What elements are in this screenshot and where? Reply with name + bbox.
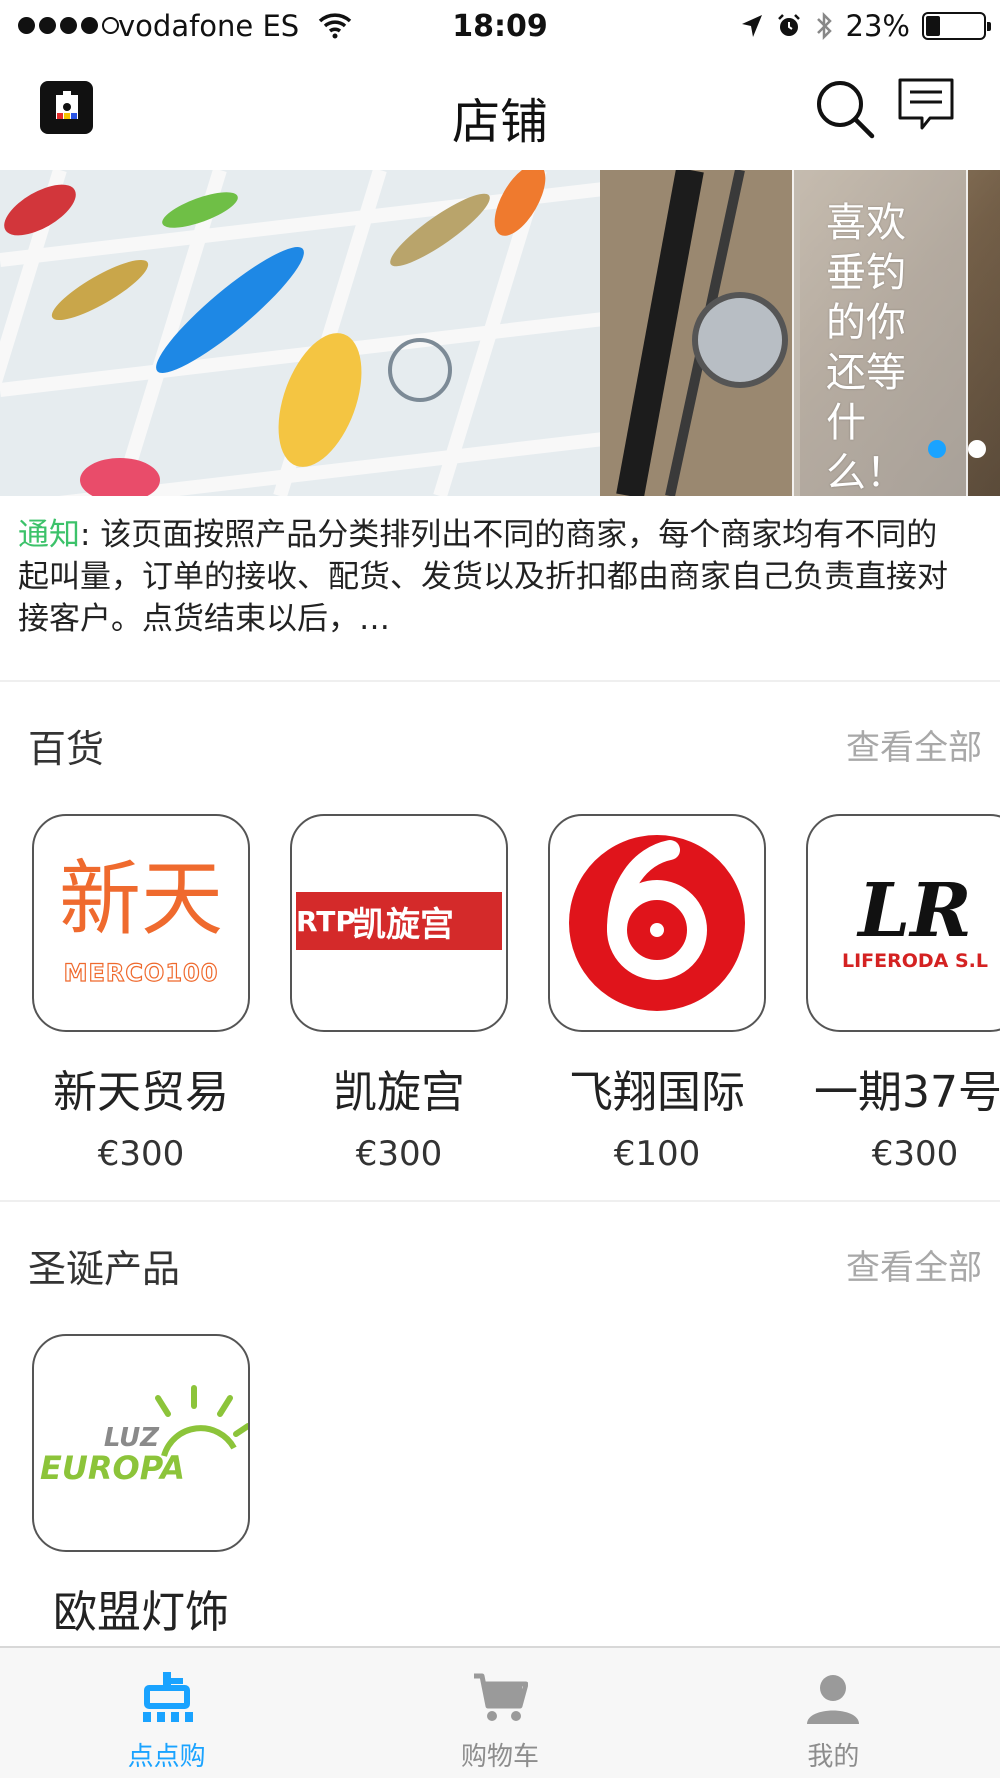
banner-dot-2[interactable] [968, 440, 986, 458]
battery-icon [922, 12, 991, 40]
tab-label: 点点购 [127, 1742, 206, 1772]
view-all-department-store[interactable]: 查看全部 [846, 720, 982, 769]
battery-percent: 23% [845, 9, 910, 43]
tab-dian-dian-gou[interactable]: 点点购 [0, 1648, 333, 1778]
section-title-christmas-products: 圣诞产品 [28, 1247, 181, 1291]
tab-me[interactable]: 我的 [667, 1648, 1000, 1778]
store-min-order: €300 [97, 1134, 185, 1174]
store-logo[interactable]: 新天 MERCO100 [32, 814, 250, 1032]
store-logo[interactable]: LR LIFERODA S.L [806, 814, 1000, 1032]
store-card[interactable]: 飞翔国际 €100 [548, 814, 766, 1174]
nav-bar: 店铺 [0, 54, 1000, 170]
divider [0, 1200, 1000, 1202]
store-logo[interactable]: RTP 凯旋宫 [290, 814, 508, 1032]
tab-label: 购物车 [460, 1742, 539, 1772]
tab-cart[interactable]: 购物车 [333, 1648, 666, 1778]
store-name: 欧盟灯饰 [53, 1587, 229, 1638]
message-icon[interactable] [896, 76, 958, 138]
status-right: 23% [740, 9, 991, 43]
user-icon [803, 1670, 863, 1726]
notice-text: 通知: 该页面按照产品分类排列出不同的商家，每个商家均有不同的起叫量，订单的接收… [18, 514, 948, 640]
bluetooth-icon [816, 11, 832, 41]
promo-banner[interactable]: 喜欢垂钓的你还等什么！ [0, 170, 1000, 496]
tab-bar: 点点购 购物车 我的 [0, 1646, 1000, 1778]
banner-pagination[interactable] [928, 440, 986, 458]
store-name: 一期37号 [814, 1067, 1000, 1118]
section-title-department-store: 百货 [28, 727, 105, 771]
store-logo-text: 凯旋宫 [352, 904, 454, 945]
cart-icon [470, 1670, 530, 1726]
beats-logo-icon [569, 835, 745, 1011]
tab-label: 我的 [807, 1742, 860, 1772]
dian-icon [137, 1670, 197, 1726]
store-min-order: €300 [355, 1134, 443, 1174]
store-logo[interactable]: LUZ EUROPA [32, 1334, 250, 1552]
status-bar: vodafone ES 18:09 23% [0, 0, 1000, 54]
banner-caption: 喜欢垂钓的你还等什么！ [826, 200, 906, 496]
store-card[interactable]: LR LIFERODA S.L 一期37号 €300 [806, 814, 1000, 1174]
fishing-rod-image [600, 170, 800, 496]
store-name: 新天贸易 [53, 1067, 229, 1118]
store-logo-subtext: RTP [296, 904, 356, 938]
store-logo-text: 新天 [58, 852, 223, 947]
store-logo-text: LUZ [103, 1423, 160, 1453]
store-name: 飞翔国际 [569, 1067, 745, 1118]
notice-label: 通知 [18, 517, 80, 553]
store-logo-subtext: MERCO100 [63, 958, 219, 987]
view-all-christmas-products[interactable]: 查看全部 [846, 1240, 982, 1289]
store-card[interactable]: RTP 凯旋宫 凯旋宫 €300 [290, 814, 508, 1174]
store-logo-text: LR [858, 868, 972, 954]
store-name: 凯旋宫 [333, 1067, 465, 1118]
notice-body: : 该页面按照产品分类排列出不同的商家，每个商家均有不同的起叫量，订单的接收、配… [18, 517, 948, 637]
store-card[interactable]: LUZ EUROPA 欧盟灯饰 [32, 1334, 250, 1640]
store-card[interactable]: 新天 MERCO100 新天贸易 €300 [32, 814, 250, 1174]
search-icon[interactable] [812, 76, 878, 142]
alarm-icon [777, 14, 800, 36]
store-logo[interactable] [548, 814, 766, 1032]
store-logo-subtext: EUROPA [40, 1449, 185, 1487]
store-logo-subtext: LIFERODA S.L [841, 950, 989, 972]
store-min-order: €300 [871, 1134, 959, 1174]
banner-dot-1[interactable] [928, 440, 946, 458]
fishing-lures-image [0, 170, 680, 496]
store-min-order: €100 [613, 1134, 701, 1174]
location-arrow-icon [741, 15, 762, 37]
divider [0, 680, 1000, 682]
